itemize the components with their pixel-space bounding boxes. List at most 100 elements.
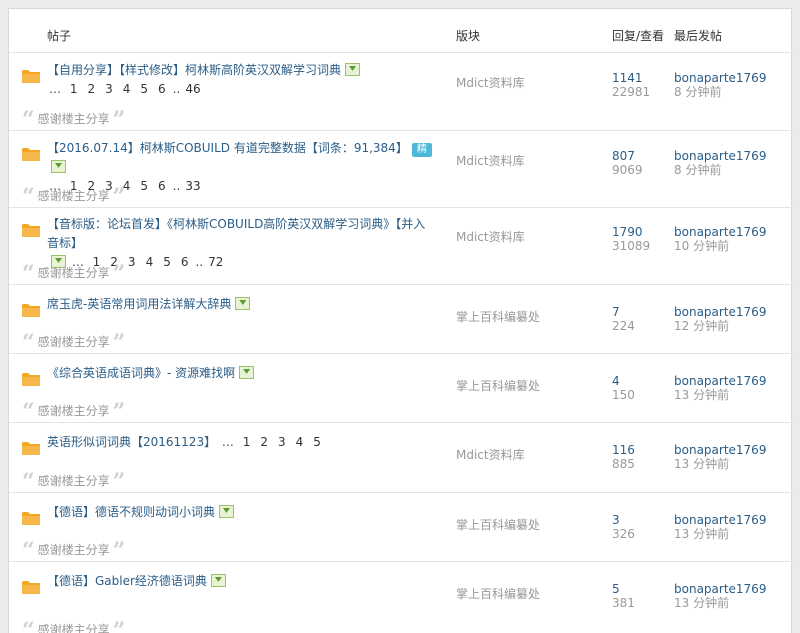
pagination: … 12345 — [216, 435, 326, 449]
quote-text: 感谢楼主分享 — [37, 335, 110, 349]
close-quote-icon: ” — [112, 107, 126, 133]
folder-icon — [22, 69, 40, 84]
last-post-time: 13 分钟前 — [674, 596, 730, 610]
header-thread: 帖子 — [47, 29, 72, 43]
thread-title-link[interactable]: 席玉虎-英语常用词用法详解大辞典 — [47, 297, 231, 311]
page-link[interactable]: 6 — [181, 255, 189, 269]
reply-view-counts: 7 224 — [612, 305, 635, 333]
reply-count[interactable]: 1141 — [612, 71, 650, 85]
page-link[interactable]: 5 — [140, 179, 148, 193]
page-link[interactable]: 5 — [140, 82, 148, 96]
digest-icon: 精 — [411, 143, 432, 157]
forum-link[interactable]: Mdict资料库 — [456, 74, 525, 91]
last-post-user[interactable]: bonaparte1769 — [674, 305, 766, 319]
page-link[interactable]: 2 — [87, 82, 95, 96]
last-post: bonaparte1769 13 分钟前 — [674, 513, 766, 541]
open-quote-icon: “ — [22, 618, 35, 633]
reply-count[interactable]: 7 — [612, 305, 635, 319]
thread-title-link[interactable]: 【2016.07.14】柯林斯COBUILD 有道完整数据【词条：91,384】 — [47, 141, 408, 155]
thread-title-link[interactable]: 【音标版：论坛首发】《柯林斯COBUILD高阶英汉双解学习词典》【并入音标】 — [47, 217, 425, 250]
thread-list-panel: 帖子 版块 回复/查看 最后发帖 【自用分享】【样式修改】柯林斯高阶英汉双解学习… — [8, 8, 793, 633]
last-post-time: 13 分钟前 — [674, 388, 730, 402]
thread-title-link[interactable]: 【德语】Gabler经济德语词典 — [47, 574, 207, 588]
page-link[interactable]: 3 — [128, 255, 136, 269]
page-link[interactable]: 4 — [123, 82, 131, 96]
reply-count[interactable]: 4 — [612, 374, 635, 388]
reply-count[interactable]: 1790 — [612, 225, 650, 239]
reply-count[interactable]: 116 — [612, 443, 635, 457]
forum-link[interactable]: 掌上百科编纂处 — [456, 516, 540, 533]
quote-text: 感谢楼主分享 — [37, 623, 110, 633]
thread-title-link[interactable]: 【自用分享】【样式修改】柯林斯高阶英汉双解学习词典 — [47, 63, 341, 77]
quote-text: 感谢楼主分享 — [37, 112, 110, 126]
page-link[interactable]: 4 — [296, 435, 304, 449]
thread-title-area: 【德语】Gabler经济德语词典 — [47, 572, 437, 591]
reply-count[interactable]: 3 — [612, 513, 635, 527]
thread-title-link[interactable]: 英语形似词词典【20161123】 — [47, 435, 216, 449]
forum-link[interactable]: 掌上百科编纂处 — [456, 308, 540, 325]
thread-title-area: 【德语】德语不规则动词小词典 — [47, 503, 437, 522]
forum-link[interactable]: Mdict资料库 — [456, 228, 525, 245]
reply-view-counts: 1790 31089 — [612, 225, 650, 253]
forum-link[interactable]: Mdict资料库 — [456, 152, 525, 169]
attachment-icon — [345, 63, 361, 76]
page-link[interactable]: 4 — [146, 255, 154, 269]
quote-text: 感谢楼主分享 — [37, 266, 110, 280]
thread-title-link[interactable]: 《综合英语成语词典》- 资源难找啊 — [47, 366, 235, 380]
view-count: 224 — [612, 319, 635, 333]
last-post-user[interactable]: bonaparte1769 — [674, 374, 766, 388]
page-link[interactable]: 5 — [313, 435, 321, 449]
attachment-icon — [51, 160, 66, 173]
last-reply-quote: “感谢楼主分享” — [22, 330, 125, 356]
view-count: 9069 — [612, 163, 643, 177]
page-link[interactable]: 2 — [260, 435, 268, 449]
last-post-time: 13 分钟前 — [674, 527, 730, 541]
pagination-ellipsis: .. — [172, 82, 181, 96]
page-link[interactable]: 33 — [185, 179, 200, 193]
last-post: bonaparte1769 13 分钟前 — [674, 443, 766, 471]
folder-icon — [22, 303, 40, 318]
page-link[interactable]: 6 — [158, 179, 166, 193]
view-count: 381 — [612, 596, 635, 610]
pagination: … 1 2 3 4 5 6.. 46 — [47, 82, 206, 96]
page-link[interactable]: 1 — [70, 82, 78, 96]
reply-count[interactable]: 5 — [612, 582, 635, 596]
folder-icon — [22, 372, 40, 387]
attachment-icon — [219, 505, 235, 518]
forum-link[interactable]: 掌上百科编纂处 — [456, 377, 540, 394]
close-quote-icon: ” — [112, 618, 126, 633]
page-link[interactable]: 1 — [243, 435, 251, 449]
last-post-user[interactable]: bonaparte1769 — [674, 149, 766, 163]
last-post-time: 10 分钟前 — [674, 239, 730, 253]
page-link[interactable]: 6 — [158, 82, 166, 96]
thread-title-area: 席玉虎-英语常用词用法详解大辞典 — [47, 295, 437, 314]
page-link[interactable]: 3 — [278, 435, 286, 449]
reply-count[interactable]: 807 — [612, 149, 643, 163]
last-post-user[interactable]: bonaparte1769 — [674, 443, 766, 457]
last-post-time: 12 分钟前 — [674, 319, 730, 333]
last-post-user[interactable]: bonaparte1769 — [674, 225, 766, 239]
open-quote-icon: “ — [22, 399, 35, 425]
folder-icon — [22, 580, 40, 595]
page-link[interactable]: 46 — [185, 82, 200, 96]
last-post-time: 8 分钟前 — [674, 85, 722, 99]
forum-link[interactable]: 掌上百科编纂处 — [456, 585, 540, 602]
open-quote-icon: “ — [22, 538, 35, 564]
page-link[interactable]: 3 — [105, 82, 113, 96]
page-link[interactable]: 72 — [208, 255, 223, 269]
last-post-user[interactable]: bonaparte1769 — [674, 513, 766, 527]
forum-link[interactable]: Mdict资料库 — [456, 446, 525, 463]
last-post: bonaparte1769 13 分钟前 — [674, 374, 766, 402]
thread-title-link[interactable]: 【德语】德语不规则动词小词典 — [47, 505, 215, 519]
reply-view-counts: 1141 22981 — [612, 71, 650, 99]
folder-icon — [22, 223, 40, 238]
close-quote-icon: ” — [112, 330, 126, 356]
reply-view-counts: 116 885 — [612, 443, 635, 471]
view-count: 326 — [612, 527, 635, 541]
last-post-user[interactable]: bonaparte1769 — [674, 582, 766, 596]
last-post-user[interactable]: bonaparte1769 — [674, 71, 766, 85]
view-count: 885 — [612, 457, 635, 471]
reply-view-counts: 5 381 — [612, 582, 635, 610]
folder-icon — [22, 511, 40, 526]
page-link[interactable]: 5 — [163, 255, 171, 269]
